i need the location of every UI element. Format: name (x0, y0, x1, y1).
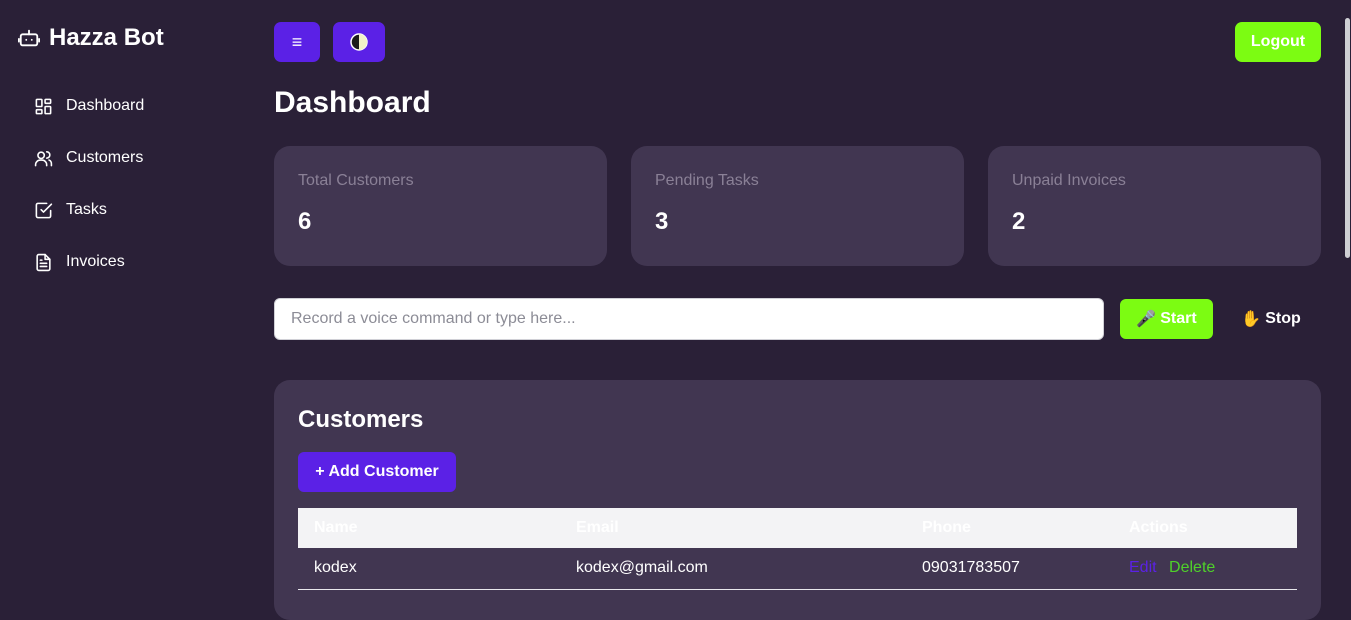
sidebar-nav: Dashboard Customers Tasks Invoices (34, 90, 144, 298)
stat-value: 6 (298, 208, 312, 235)
stat-card-unpaid-invoices: Unpaid Invoices 2 (988, 146, 1321, 266)
check-square-icon (35, 202, 53, 218)
customers-title: Customers (298, 406, 424, 433)
table-row: kodex kodex@gmail.com 09031783507 Edit D… (298, 548, 1297, 589)
brand[interactable]: Hazza Bot (18, 24, 164, 52)
sidebar-item-label: Customers (66, 149, 144, 166)
microphone-icon: 🎤 (1136, 311, 1157, 328)
menu-icon: ≡ (291, 31, 303, 52)
sidebar-item-invoices[interactable]: Invoices (34, 246, 144, 278)
sidebar-item-label: Tasks (66, 201, 107, 218)
stat-card-pending-tasks: Pending Tasks 3 (631, 146, 964, 266)
logout-button[interactable]: Logout (1235, 22, 1321, 62)
hand-icon: ✋ (1241, 311, 1262, 328)
scrollbar-thumb[interactable] (1345, 18, 1350, 258)
delete-link[interactable]: Delete (1169, 559, 1215, 576)
cell-email: kodex@gmail.com (576, 559, 708, 577)
scrollbar[interactable] (1343, 0, 1351, 600)
dashboard-icon (35, 98, 52, 114)
stat-label: Unpaid Invoices (1012, 172, 1126, 189)
customers-panel: Customers + Add Customer Name Email Phon… (274, 380, 1321, 620)
cell-name: kodex (314, 559, 357, 577)
document-icon (36, 253, 51, 271)
robot-icon (18, 29, 40, 47)
column-header-name: Name (314, 519, 358, 536)
sidebar-item-tasks[interactable]: Tasks (34, 194, 144, 226)
table-header-row: Name Email Phone Actions (298, 508, 1297, 548)
stat-label: Pending Tasks (655, 172, 759, 189)
page-title: Dashboard (274, 86, 431, 119)
add-customer-button[interactable]: + Add Customer (298, 452, 456, 492)
column-header-actions: Actions (1129, 519, 1188, 536)
sidebar: Hazza Bot Dashboard Customers Tasks Invo… (0, 0, 250, 600)
column-header-email: Email (576, 519, 619, 536)
menu-toggle-button[interactable]: ≡ (274, 22, 320, 62)
sidebar-item-label: Invoices (66, 253, 125, 270)
cell-phone: 09031783507 (922, 559, 1020, 577)
stat-value: 3 (655, 208, 669, 235)
stat-label: Total Customers (298, 172, 414, 189)
column-header-phone: Phone (922, 519, 971, 536)
theme-toggle-button[interactable] (333, 22, 385, 62)
main-content: ≡ Logout Dashboard Total Customers 6 Pen… (274, 0, 1321, 620)
stat-value: 2 (1012, 208, 1026, 235)
voice-command-input[interactable] (274, 298, 1104, 340)
stat-card-total-customers: Total Customers 6 (274, 146, 607, 266)
sidebar-item-label: Dashboard (66, 97, 145, 114)
users-icon (34, 150, 53, 166)
start-label: Start (1160, 310, 1197, 327)
half-circle-icon (350, 33, 368, 51)
sidebar-item-customers[interactable]: Customers (34, 142, 144, 174)
cell-actions: Edit Delete (1113, 548, 1297, 589)
start-recording-button[interactable]: 🎤 Start (1120, 299, 1213, 339)
stop-recording-button[interactable]: ✋ Stop (1232, 299, 1310, 339)
stop-label: Stop (1265, 310, 1301, 327)
customers-table: Name Email Phone Actions kodex kodex@gma… (298, 508, 1297, 590)
brand-name: Hazza Bot (49, 24, 164, 51)
edit-link[interactable]: Edit (1129, 559, 1157, 576)
sidebar-item-dashboard[interactable]: Dashboard (34, 90, 144, 122)
